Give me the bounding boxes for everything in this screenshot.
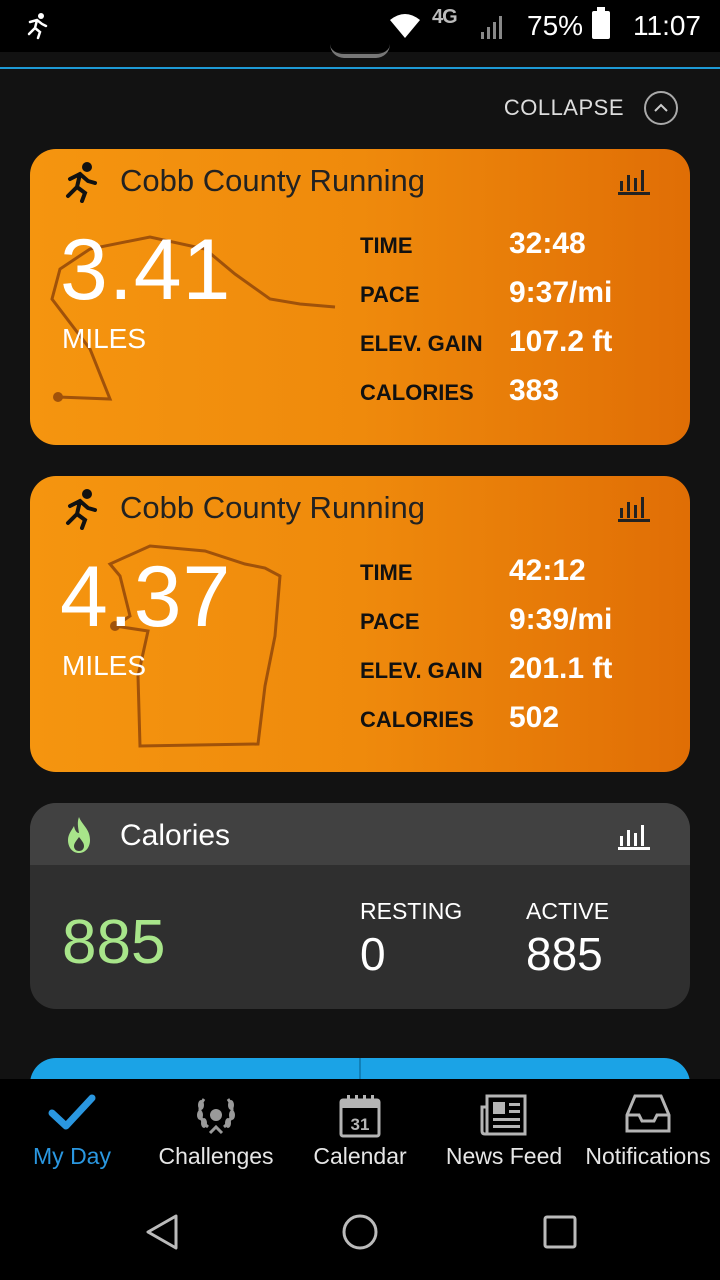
battery-percent: 75% (527, 10, 584, 41)
wifi-icon (390, 14, 420, 38)
distance-unit: MILES (62, 323, 147, 354)
running-app-icon (27, 13, 48, 40)
nav-label: Challenges (158, 1143, 274, 1169)
signal-icon (481, 16, 502, 39)
recents-icon[interactable] (542, 1212, 578, 1252)
bar-chart-icon[interactable] (618, 822, 650, 850)
distance-value: 4.37 (60, 549, 232, 645)
nav-label: My Day (33, 1143, 111, 1169)
network-type: 4G (432, 6, 458, 28)
back-icon[interactable] (142, 1212, 182, 1252)
stat-label: TIME (360, 233, 413, 258)
stat-value: 107.2 ft (509, 325, 613, 358)
stat-value: 42:12 (509, 554, 586, 587)
calories-card[interactable]: Calories 885 RESTING 0 ACTIVE 885 (30, 803, 690, 1009)
collapse-label: COLLAPSE (503, 95, 624, 120)
activity-card[interactable]: Cobb County Running 4.37 MILES TIME 42:1… (30, 476, 690, 772)
active-value: 885 (526, 928, 603, 980)
stat-label: CALORIES (360, 380, 474, 405)
nav-label: News Feed (445, 1143, 563, 1169)
bar-chart-icon[interactable] (618, 494, 650, 522)
header-divider (0, 67, 720, 69)
activity-title: Cobb County Running (120, 490, 426, 525)
nav-my-day[interactable]: My Day (0, 1079, 144, 1190)
stat-value: 32:48 (509, 227, 586, 260)
resting-label: RESTING (360, 898, 463, 924)
nav-calendar[interactable]: 31 Calendar (288, 1079, 432, 1190)
activity-card[interactable]: Cobb County Running 3.41 MILES TIME 32:4… (30, 149, 690, 445)
system-nav-bar (0, 1190, 720, 1280)
home-icon[interactable] (340, 1212, 380, 1252)
inbox-icon (625, 1094, 671, 1133)
bar-chart-icon[interactable] (618, 167, 650, 195)
newspaper-icon (480, 1094, 527, 1136)
calories-title: Calories (120, 819, 231, 852)
checkmark-icon (48, 1094, 96, 1130)
clock: 11:07 (633, 10, 701, 41)
stat-label: ELEV. GAIN (360, 658, 483, 683)
stat-value: 9:37/mi (509, 276, 613, 309)
laurel-icon (197, 1098, 235, 1135)
stat-label: CALORIES (360, 707, 474, 732)
calendar-icon: 31 (339, 1095, 381, 1138)
battery-icon (592, 7, 610, 39)
distance-unit: MILES (62, 650, 147, 681)
stat-value: 383 (509, 374, 560, 407)
collapse-button[interactable]: COLLAPSE (504, 90, 678, 126)
nav-news-feed[interactable]: News Feed (432, 1079, 576, 1190)
stat-label: TIME (360, 560, 413, 585)
stat-label: ELEV. GAIN (360, 331, 483, 356)
chevron-up-icon (644, 91, 678, 125)
resting-value: 0 (360, 928, 386, 980)
nav-notifications[interactable]: Notifications (576, 1079, 720, 1190)
active-label: ACTIVE (526, 898, 610, 924)
stat-label: PACE (360, 282, 420, 307)
calendar-day: 31 (351, 1115, 370, 1134)
running-icon (66, 489, 97, 530)
flame-icon (68, 817, 90, 853)
calories-total: 885 (62, 908, 166, 977)
nav-challenges[interactable]: Challenges (144, 1079, 288, 1190)
nav-label: Calendar (313, 1143, 407, 1169)
stat-value: 201.1 ft (509, 652, 613, 685)
stat-label: PACE (360, 609, 420, 634)
pull-indicator (330, 44, 390, 58)
bottom-nav: My Day Challenges 31 Calendar News Feed … (0, 1079, 720, 1190)
activity-title: Cobb County Running (120, 163, 426, 198)
running-icon (66, 162, 97, 203)
stat-value: 9:39/mi (509, 603, 613, 636)
stat-value: 502 (509, 701, 560, 734)
distance-value: 3.41 (60, 222, 232, 318)
nav-label: Notifications (585, 1143, 711, 1169)
